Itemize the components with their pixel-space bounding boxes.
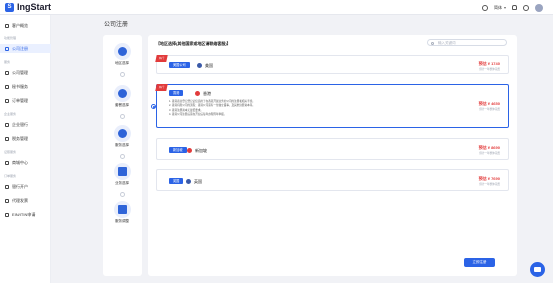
receipt-icon: [5, 198, 9, 203]
help-icon[interactable]: [523, 4, 529, 11]
step-connector: [120, 72, 125, 77]
step-region[interactable]: 地区选择: [112, 43, 132, 66]
bank-icon: [5, 122, 9, 127]
shop-icon: [5, 160, 9, 165]
flag-uk-icon: [186, 178, 191, 184]
section-title: 【地区选择(其他国家或地区请联络客服)】: [156, 41, 231, 46]
sidebar-item-invoice[interactable]: 代理发票: [0, 196, 51, 205]
sidebar-item-bank[interactable]: 企业银行: [0, 120, 51, 129]
person-icon: [5, 84, 9, 89]
brand-name: IngStart: [17, 2, 52, 12]
step-connector: [120, 154, 125, 159]
region-chip: 香港: [169, 90, 184, 96]
region-chip: 美国公司: [169, 62, 190, 68]
top-bar: S IngStart 简体: [0, 0, 553, 15]
list-icon: [5, 98, 9, 103]
country-name: 新加坡: [195, 147, 207, 153]
chat-icon[interactable]: [530, 262, 545, 277]
sidebar-group-label: 功能管理: [4, 36, 17, 40]
sidebar-item-company-register[interactable]: 公司注册: [0, 44, 51, 53]
sidebar-item-orders[interactable]: 订单管理: [0, 96, 51, 105]
step-connector: [120, 192, 125, 197]
region-radio[interactable]: [151, 104, 156, 109]
top-right-tools: 简体: [482, 3, 543, 12]
register-button[interactable]: 立即注册: [464, 258, 495, 267]
sidebar-item-mall[interactable]: 商城中心: [0, 158, 51, 167]
logo-icon: S: [5, 3, 14, 12]
region-card-hongkong[interactable]: 热门 香港 香港 预估 ¥ 4650 预计一年整体花费 1. 香港商业登记登记证…: [151, 84, 509, 128]
step-service[interactable]: 服务选择: [112, 125, 132, 148]
card-icon: [5, 184, 9, 189]
sidebar-item-company-manage[interactable]: 公司管理: [0, 68, 51, 77]
country-name: 美国: [205, 62, 213, 68]
sidebar-group-label: 服务: [4, 60, 11, 64]
building-icon: [5, 70, 9, 75]
sidebar-group-label: 企业服务: [4, 112, 17, 116]
sidebar-item-tax[interactable]: 税务管理: [0, 134, 51, 143]
step-package[interactable]: 套餐选择: [112, 85, 132, 108]
step-adjust[interactable]: 服务调整: [112, 201, 132, 224]
document-icon: [5, 46, 9, 51]
region-card-usa[interactable]: 热门 美国公司 美国 预估 ¥ 1740 预计一年整体花费: [155, 55, 509, 74]
country-name: 香港: [203, 90, 211, 96]
flag-hongkong-icon: [195, 90, 200, 96]
sidebar-item-ein-itin[interactable]: EIN/ITIN申请: [0, 210, 51, 219]
step-business[interactable]: 业务选择: [112, 163, 132, 186]
language-selector[interactable]: 简体: [494, 5, 502, 11]
dashboard-icon: [5, 23, 9, 28]
search-icon: [431, 41, 434, 45]
region-card-singapore[interactable]: 新加坡 新加坡 预估 ¥ 8690 预计一年整体花费: [156, 138, 509, 160]
form-icon: [5, 212, 9, 217]
chevron-down-icon[interactable]: [504, 6, 506, 9]
region-panel: 【地区选择(其他国家或地区请联络客服)】 输入关键词 热门 美国公司 美国 预估…: [148, 35, 517, 276]
calendar-icon: [117, 167, 127, 176]
region-chip: 英国: [169, 178, 184, 184]
price-note: 预计一年整体花费: [479, 183, 500, 186]
price-note: 预计一年整体花费: [479, 108, 500, 111]
sidebar-group-label: 订单服务: [4, 174, 17, 178]
flag-usa-icon: [197, 62, 202, 68]
hot-badge: 热门: [155, 84, 168, 91]
globe-icon: [117, 129, 127, 138]
sidebar-item-overview[interactable]: 客户概览: [0, 21, 51, 30]
flag-singapore-icon: [187, 147, 192, 153]
step-navigator: 地区选择 套餐选择 服务选择 业务选择 服务调整: [103, 35, 142, 276]
region-notes: 1. 香港商业登记登记证仅适用于在香港开展业务的公司的注册和相关手续。 2. 香…: [169, 100, 255, 117]
price-note: 预计一年整体花费: [479, 152, 500, 155]
people-icon: [117, 89, 127, 98]
globe-icon: [117, 47, 127, 56]
sidebar-item-secretary[interactable]: 秘书服务: [0, 82, 51, 91]
price-note: 预计一年整体花费: [479, 68, 500, 71]
hot-badge: 热门: [155, 55, 168, 62]
region-card-uk[interactable]: 英国 英国 预估 ¥ 7690 预计一年整体花费: [156, 169, 509, 191]
globe-icon[interactable]: [482, 4, 488, 11]
bell-icon[interactable]: [512, 5, 517, 10]
sidebar-group-label: 证照服务: [4, 150, 17, 154]
step-connector: [120, 114, 125, 119]
calculator-icon: [5, 136, 9, 141]
sidebar: 客户概览 功能管理 公司注册 服务 公司管理 秘书服务 订单管理 企业服务 企业…: [0, 15, 51, 283]
region-chip: 新加坡: [169, 147, 187, 153]
avatar[interactable]: [535, 3, 543, 12]
document-icon: [117, 205, 127, 214]
search-input[interactable]: 输入关键词: [427, 39, 507, 46]
sidebar-item-bank-account[interactable]: 银行开户: [0, 182, 51, 191]
page-title: 公司注册: [104, 22, 129, 28]
country-name: 英国: [194, 178, 202, 184]
